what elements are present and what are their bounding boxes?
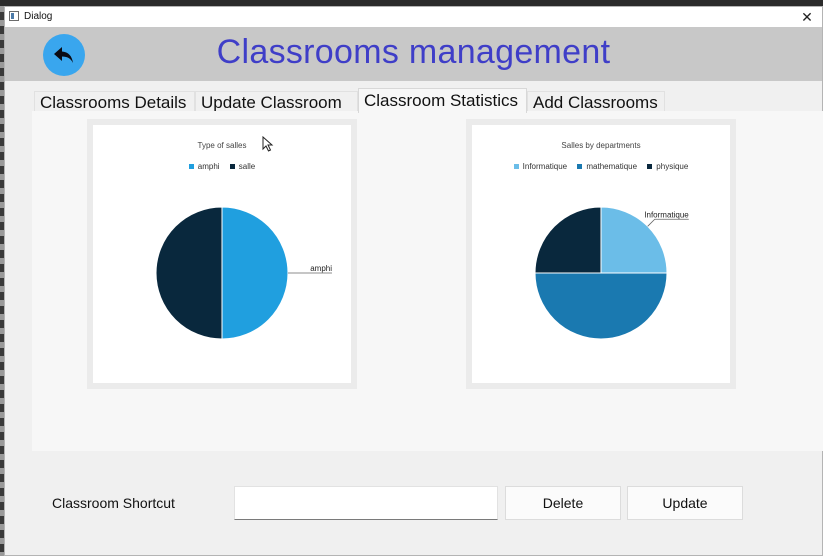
tab-update-classroom[interactable]: Update Classroom xyxy=(195,91,358,112)
window-title: Dialog xyxy=(24,11,53,22)
chart-area: Type of salles amphi salle amphi xyxy=(93,125,351,383)
slice-label-connector xyxy=(647,218,689,227)
pie-slice-amphi xyxy=(221,206,289,340)
pie-slice-physique xyxy=(534,206,602,274)
statistics-panel: Type of salles amphi salle amphi Salles … xyxy=(32,111,823,451)
pie-slice-salle xyxy=(155,206,223,340)
title-bar: Dialog ✕ xyxy=(5,7,822,27)
tab-add-classrooms[interactable]: Add Classrooms xyxy=(527,91,665,112)
classroom-shortcut-label: Classroom Shortcut xyxy=(52,495,175,511)
page-title: Classrooms management xyxy=(216,33,611,71)
pie-chart-type-of-salles: amphi xyxy=(155,206,332,340)
tab-classroom-statistics[interactable]: Classroom Statistics xyxy=(358,88,527,113)
tab-classrooms-details[interactable]: Classrooms Details xyxy=(34,91,195,112)
chart-area: Salles by departments Informatique mathe… xyxy=(472,125,730,383)
close-icon[interactable]: ✕ xyxy=(792,7,822,27)
app-icon xyxy=(9,11,19,21)
slice-label: amphi xyxy=(310,264,332,273)
chart-card-salles-by-departments: Salles by departments Informatique mathe… xyxy=(466,119,736,389)
update-button[interactable]: Update xyxy=(627,486,743,520)
pie-chart-salles-by-departments: Informatique xyxy=(534,206,689,340)
delete-button[interactable]: Delete xyxy=(505,486,621,520)
dialog-window: Dialog ✕ Classrooms management Classroom… xyxy=(4,6,823,556)
slice-label: Informatique xyxy=(644,210,689,219)
classroom-shortcut-input[interactable] xyxy=(234,486,498,520)
chart-card-type-of-salles: Type of salles amphi salle amphi xyxy=(87,119,357,389)
header-bar: Classrooms management xyxy=(5,27,822,81)
mouse-cursor-icon xyxy=(262,136,274,152)
pie-slice-mathematique xyxy=(534,272,668,340)
